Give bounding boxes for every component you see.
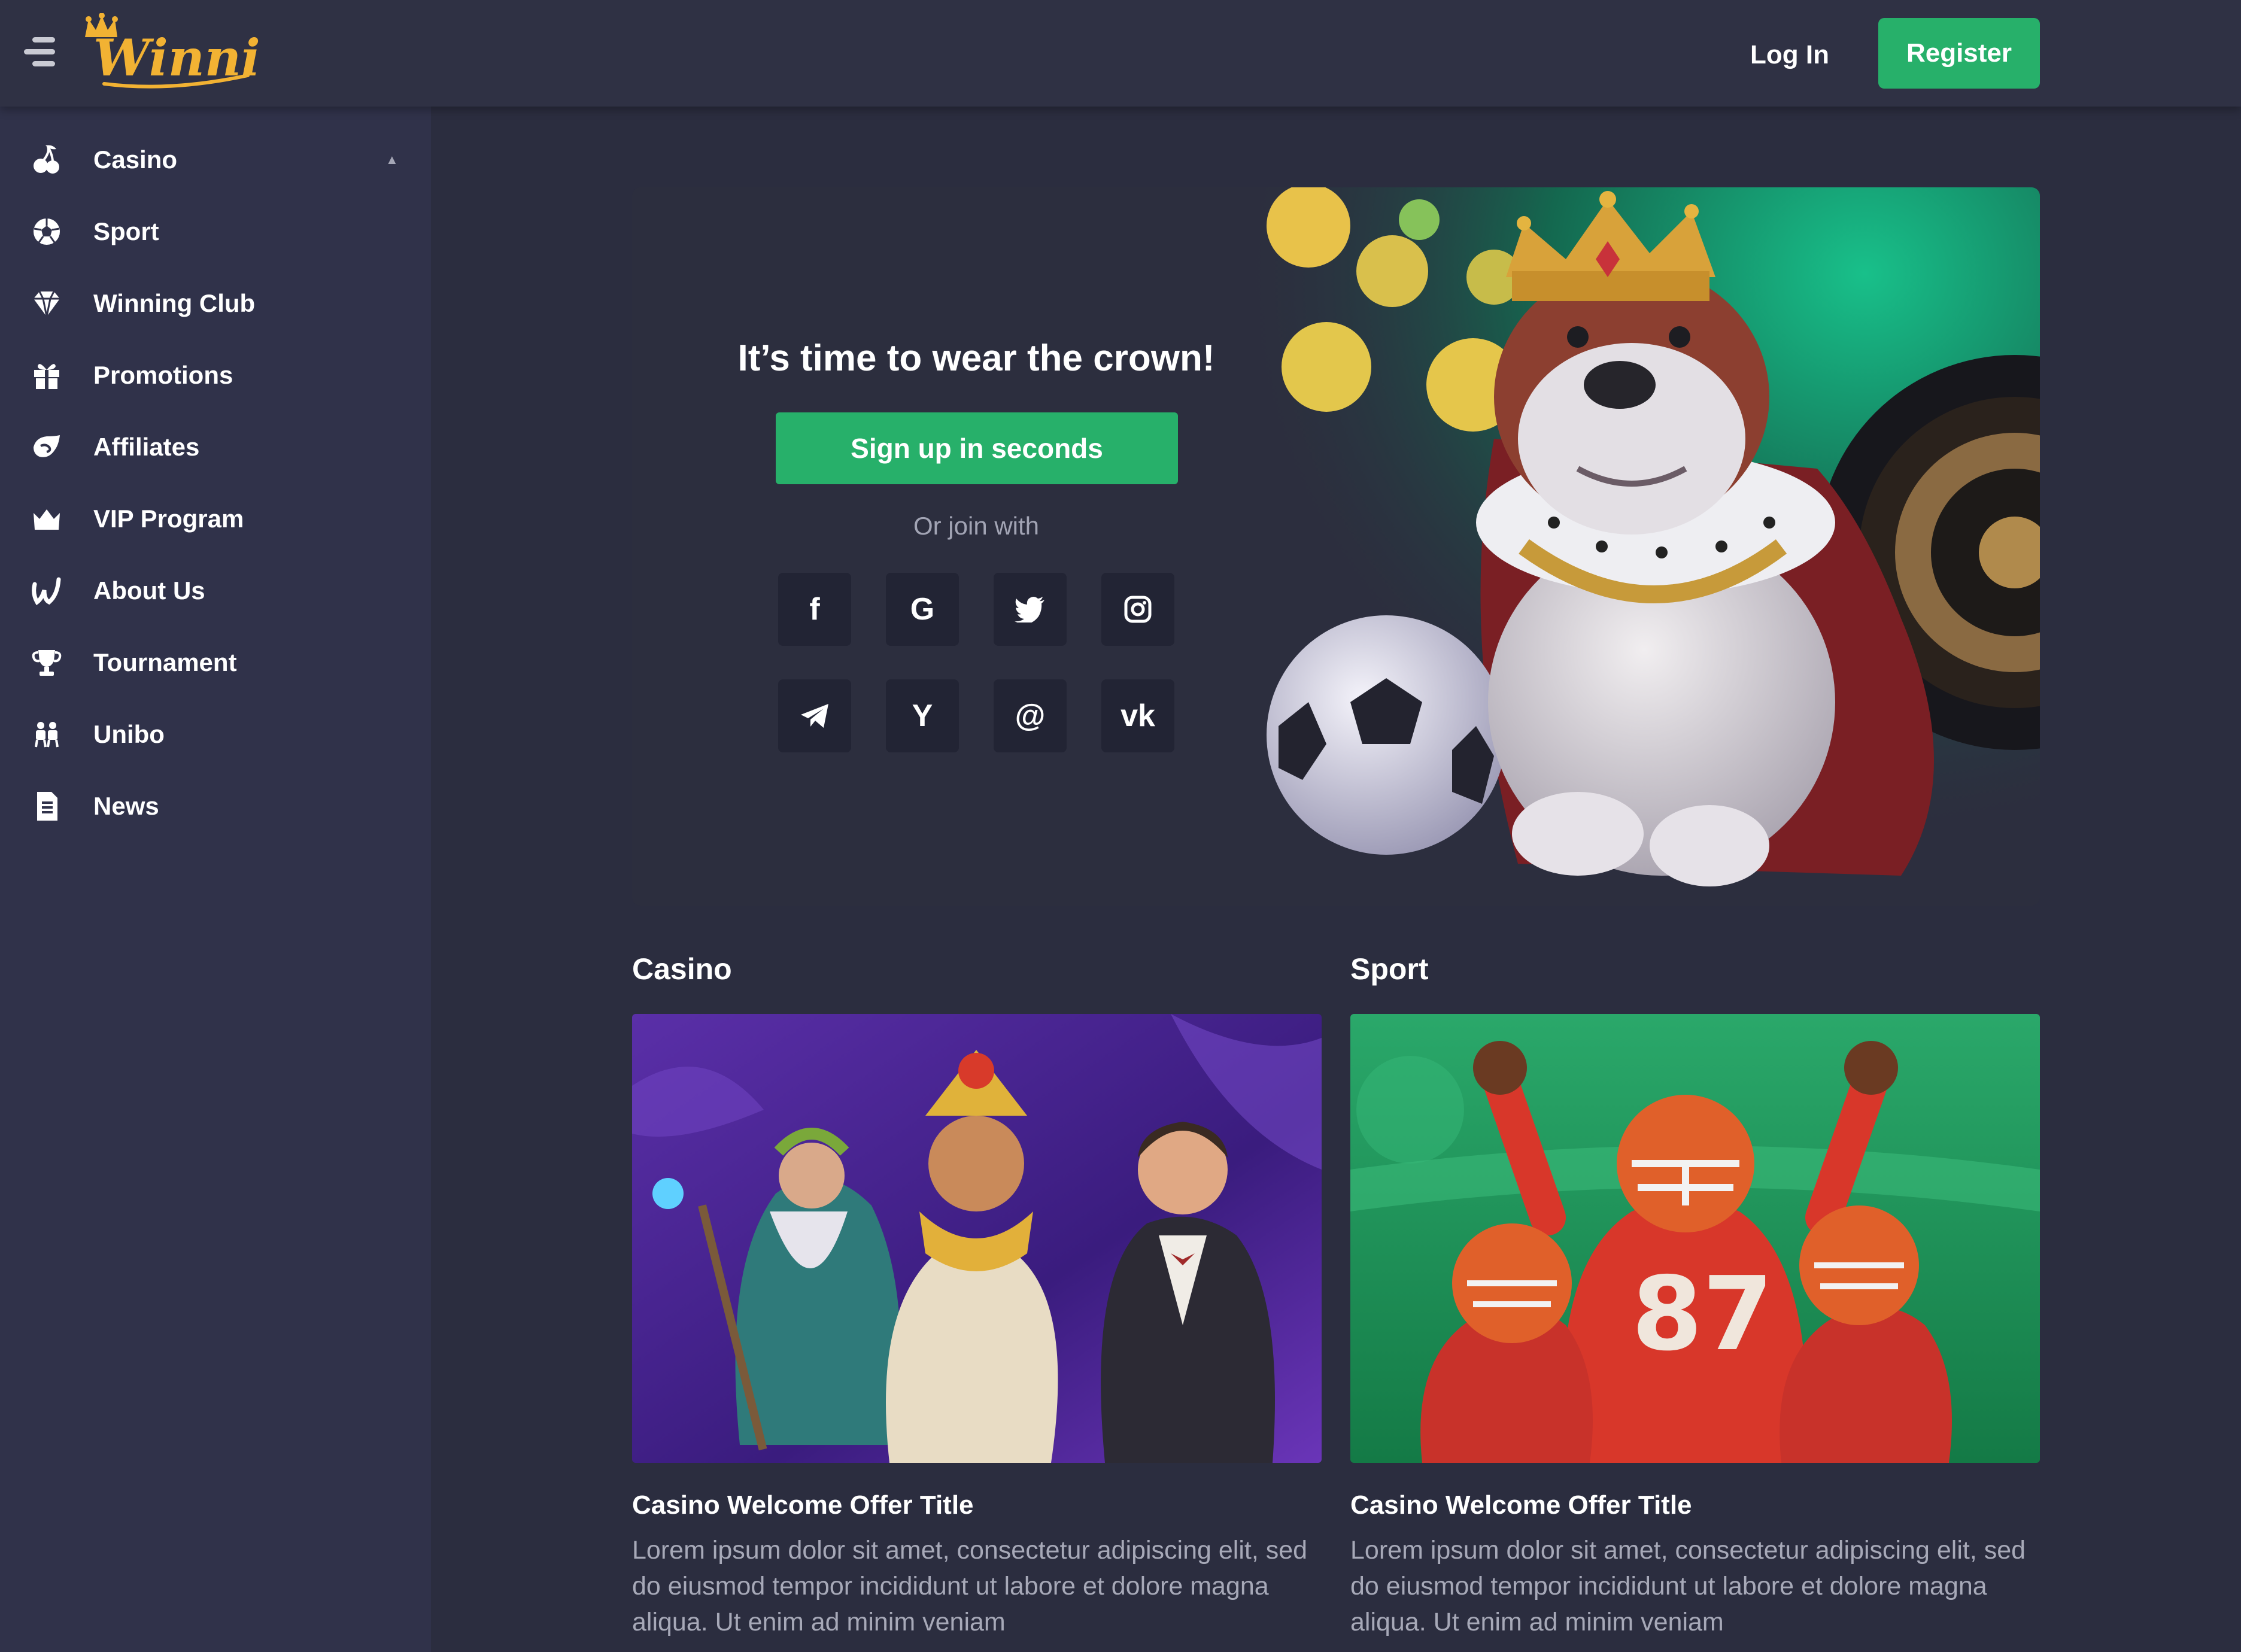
- sport-section-title: Sport: [1350, 952, 1429, 986]
- sidebar-item-about-us[interactable]: About Us: [0, 558, 431, 624]
- sidebar-item-winning-club[interactable]: Winning Club: [0, 271, 431, 336]
- google-icon: G: [910, 592, 935, 627]
- sidebar-item-label: News: [93, 792, 159, 820]
- facebook-login-button[interactable]: f: [778, 573, 851, 646]
- unibo-icon: [30, 718, 63, 751]
- casino-card-image[interactable]: [632, 1014, 1322, 1463]
- sidebar-item-label: Winning Club: [93, 289, 256, 317]
- sidebar-item-label: About Us: [93, 576, 205, 605]
- sidebar-item-label: Casino: [93, 145, 178, 174]
- casino-card-title[interactable]: Casino Welcome Offer Title: [632, 1490, 974, 1520]
- instagram-icon: [1124, 596, 1152, 623]
- facebook-icon: f: [809, 592, 820, 627]
- yandex-icon: Y: [912, 699, 933, 733]
- telegram-icon: [801, 704, 828, 728]
- collapse-caret-icon[interactable]: ▲: [385, 152, 399, 168]
- sidebar-item-label: VIP Program: [93, 505, 244, 533]
- document-icon: [30, 789, 63, 823]
- sidebar-item-vip-program[interactable]: VIP Program: [0, 486, 431, 552]
- cherries-icon: [30, 143, 63, 177]
- register-button[interactable]: Register: [1878, 18, 2040, 89]
- gift-icon: [30, 359, 63, 392]
- casino-card-description: Lorem ipsum dolor sit amet, consectetur …: [632, 1536, 1308, 1636]
- instagram-login-button[interactable]: [1101, 573, 1174, 646]
- crown-icon: [30, 502, 63, 536]
- mail-login-button[interactable]: @: [994, 679, 1067, 752]
- google-login-button[interactable]: G: [886, 573, 959, 646]
- sidebar-item-label: Promotions: [93, 361, 233, 389]
- signup-button[interactable]: Sign up in seconds: [776, 412, 1178, 484]
- twitter-login-button[interactable]: [994, 573, 1067, 646]
- sidebar-item-news[interactable]: News: [0, 773, 431, 839]
- sidebar-item-unibo[interactable]: Unibo: [0, 702, 431, 767]
- sidebar-item-label: Sport: [93, 217, 159, 245]
- sidebar-item-label: Unibo: [93, 720, 165, 748]
- sport-card-description: Lorem ipsum dolor sit amet, consectetur …: [1350, 1536, 2026, 1636]
- svg-text:87: 87: [1632, 1255, 1774, 1374]
- sidebar-item-label: Tournament: [93, 648, 237, 676]
- soccer-ball-icon: [30, 215, 63, 248]
- hero-title: It’s time to wear the crown!: [737, 338, 1215, 379]
- sidebar-item-tournament[interactable]: Tournament: [0, 630, 431, 696]
- logo-crown-graphic: Winning: [85, 13, 260, 89]
- casino-section-title: Casino: [632, 952, 732, 986]
- yandex-login-button[interactable]: Y: [886, 679, 959, 752]
- bulldog-king-illustration: [1243, 187, 2040, 906]
- trophy-icon: [30, 646, 63, 679]
- winning-logo[interactable]: Winning: [80, 13, 260, 97]
- hero-banner: It’s time to wear the crown! Sign up in …: [632, 187, 2040, 906]
- sidebar-item-sport[interactable]: Sport: [0, 199, 431, 265]
- winning-w-icon: [30, 574, 63, 608]
- vk-login-button[interactable]: vk: [1101, 679, 1174, 752]
- sidebar-item-promotions[interactable]: Promotions: [0, 342, 431, 408]
- sidebar: Casino ▲ Sport Winning Club Promotions A…: [0, 107, 431, 1652]
- login-button[interactable]: Log In: [1718, 32, 1862, 78]
- twitter-icon: [1015, 597, 1044, 622]
- sidebar-item-casino[interactable]: Casino ▲: [0, 127, 431, 193]
- sport-card-title[interactable]: Casino Welcome Offer Title: [1350, 1490, 1692, 1520]
- sidebar-item-affiliates[interactable]: Affiliates: [0, 414, 431, 480]
- telegram-login-button[interactable]: [778, 679, 851, 752]
- sport-card-image[interactable]: 87: [1350, 1014, 2040, 1463]
- sidebar-item-label: Affiliates: [93, 433, 200, 461]
- join-with-label: Or join with: [913, 512, 1040, 540]
- diamond-icon: [30, 287, 63, 320]
- menu-toggle-icon[interactable]: [24, 37, 57, 68]
- handshake-icon: [30, 430, 63, 464]
- mail-icon: @: [1015, 699, 1046, 733]
- vk-icon: vk: [1120, 699, 1155, 733]
- top-header: Winning Log In Register: [0, 0, 2241, 107]
